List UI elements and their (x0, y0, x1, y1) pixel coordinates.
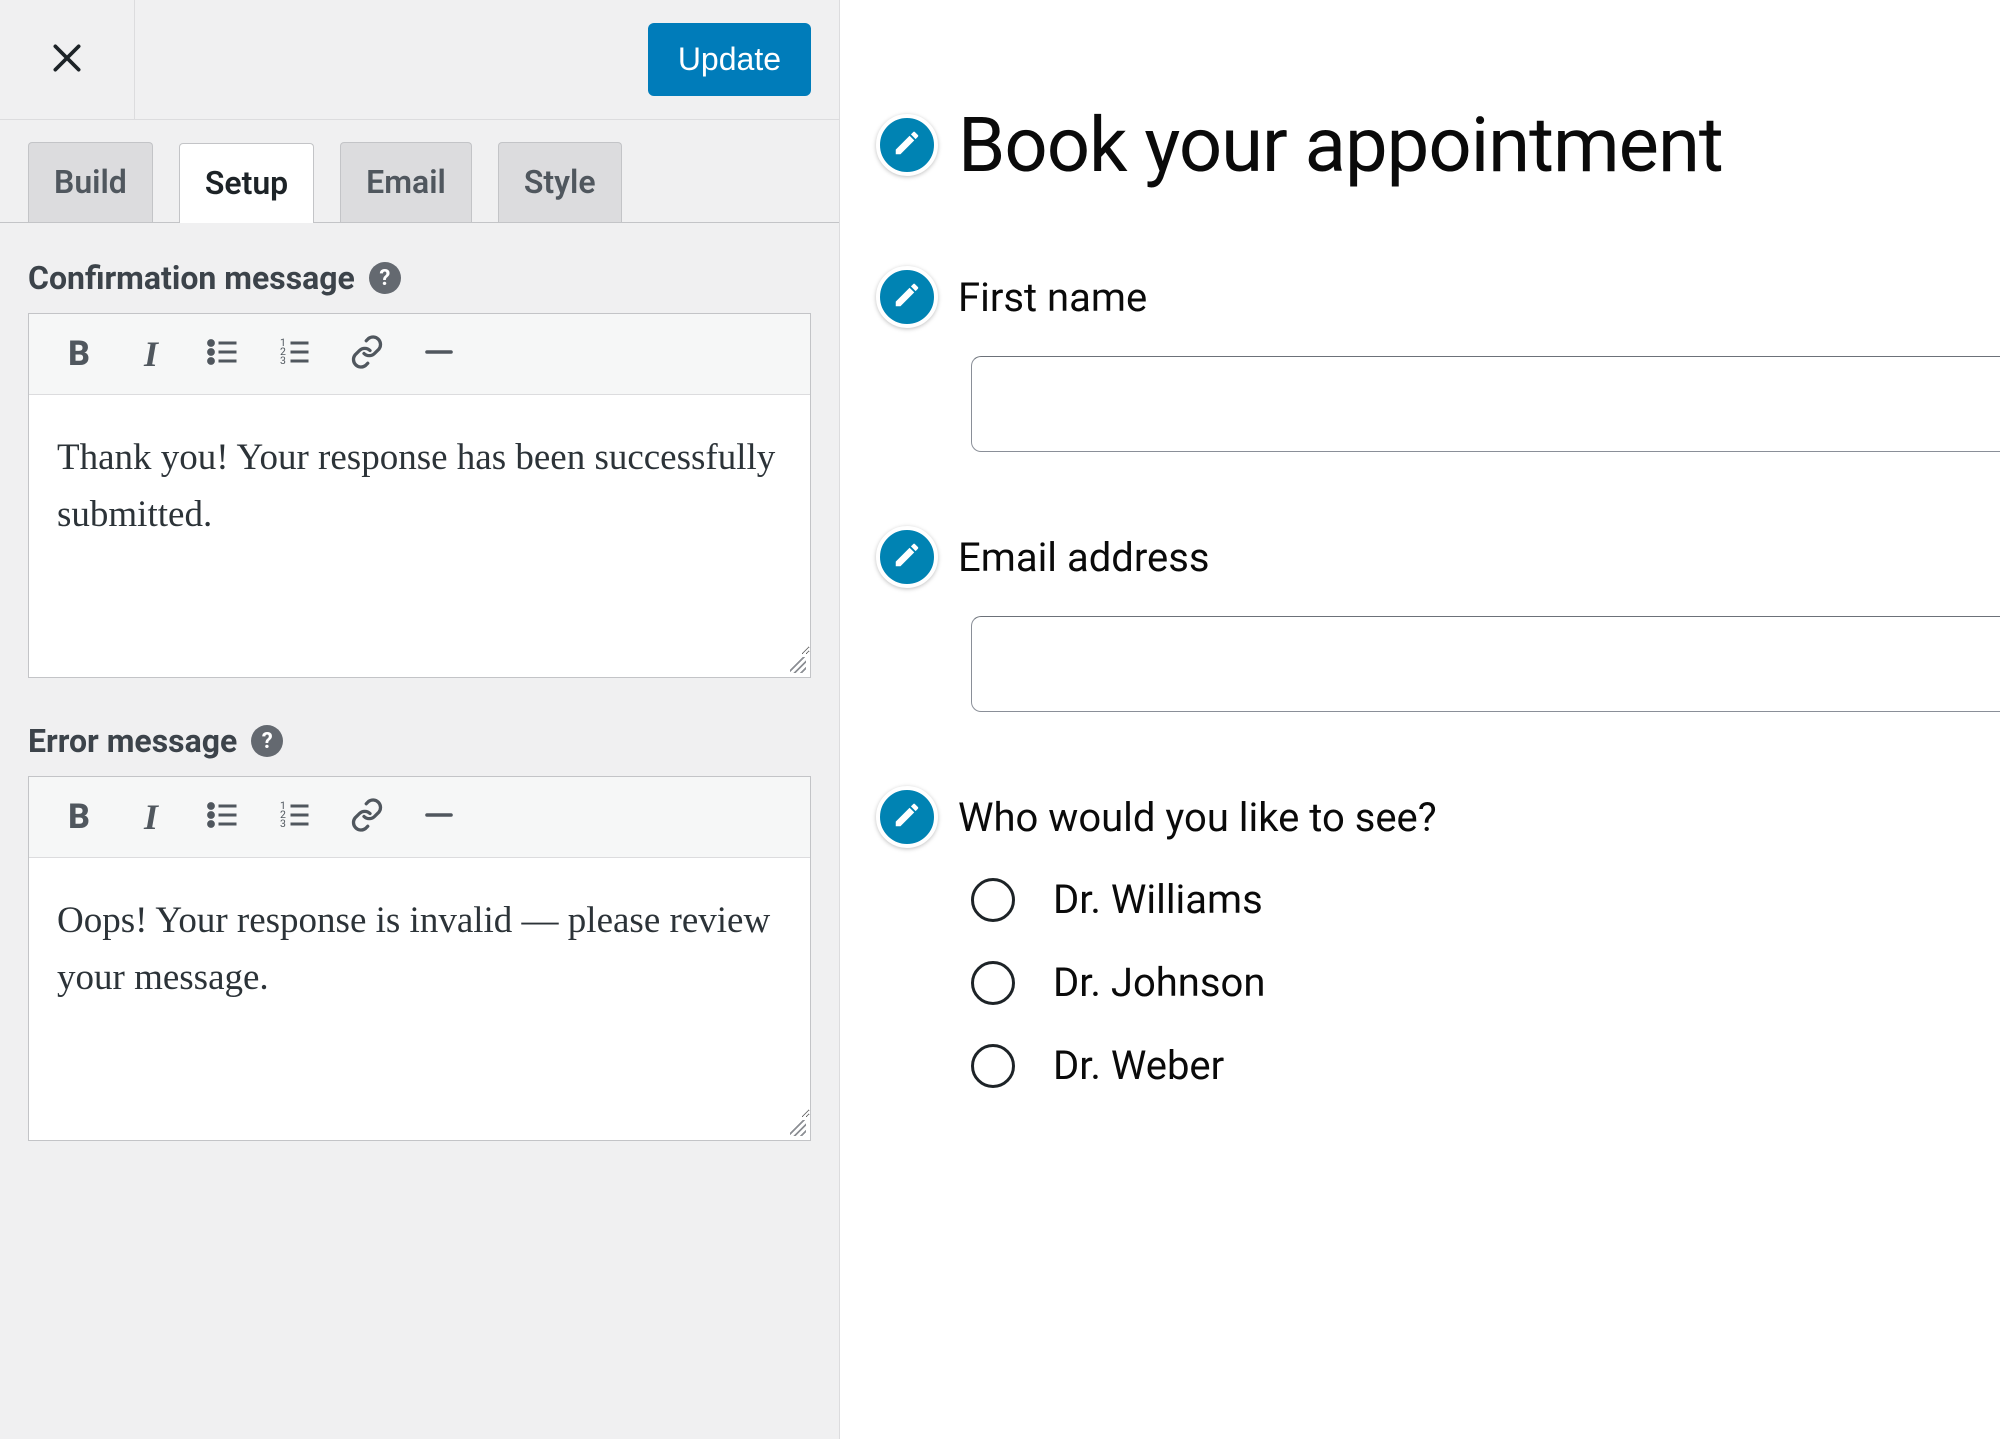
radio-circle-icon (971, 961, 1015, 1005)
radio-option[interactable]: Dr. Williams (971, 876, 2000, 923)
tab-build[interactable]: Build (28, 142, 153, 222)
help-icon[interactable]: ? (369, 262, 401, 294)
form-preview: Book your appointment First name Email a… (840, 0, 2000, 1439)
confirmation-toolbar: B I 123 (29, 314, 810, 395)
tab-setup[interactable]: Setup (179, 143, 314, 223)
radio-option-label: Dr. Weber (1053, 1042, 1224, 1089)
first-name-input[interactable] (971, 356, 2000, 452)
bold-button[interactable]: B (57, 795, 101, 839)
ordered-list-button[interactable]: 123 (273, 795, 317, 839)
bold-button[interactable]: B (57, 332, 101, 376)
edit-field-button[interactable] (876, 266, 938, 328)
bullet-list-icon (205, 797, 241, 837)
radio-option[interactable]: Dr. Weber (971, 1042, 2000, 1089)
confirmation-header: Confirmation message ? (28, 259, 811, 297)
numbered-list-icon: 123 (277, 797, 313, 837)
link-icon (349, 797, 385, 837)
unordered-list-button[interactable] (201, 332, 245, 376)
form-title-row: Book your appointment (876, 100, 2000, 190)
error-toolbar: B I 123 (29, 777, 810, 858)
pencil-icon (892, 280, 922, 314)
error-header: Error message ? (28, 722, 811, 760)
radio-circle-icon (971, 1044, 1015, 1088)
radio-option[interactable]: Dr. Johnson (971, 959, 2000, 1006)
close-icon (47, 38, 87, 82)
confirmation-editor: B I 123 Thank you! Your response has bee… (28, 313, 811, 678)
confirmation-title: Confirmation message (28, 259, 355, 297)
email-row: Email address (876, 526, 2000, 588)
radio-question-label: Who would you like to see? (958, 794, 1437, 841)
horizontal-rule-button[interactable] (417, 332, 461, 376)
settings-sidebar: Update Build Setup Email Style Confirmat… (0, 0, 840, 1439)
numbered-list-icon: 123 (277, 334, 313, 374)
edit-field-button[interactable] (876, 526, 938, 588)
hr-icon (421, 797, 457, 837)
svg-text:3: 3 (280, 354, 286, 367)
first-name-label: First name (958, 274, 1147, 321)
ordered-list-button[interactable]: 123 (273, 332, 317, 376)
form-title: Book your appointment (958, 100, 1723, 190)
sidebar-topbar: Update (0, 0, 839, 120)
italic-button[interactable]: I (129, 795, 173, 839)
pencil-icon (892, 540, 922, 574)
first-name-row: First name (876, 266, 2000, 328)
error-editor: B I 123 Oops! Your response is invalid —… (28, 776, 811, 1141)
tabs: Build Setup Email Style (0, 142, 839, 223)
radio-question-row: Who would you like to see? (876, 786, 2000, 848)
pencil-icon (892, 128, 922, 162)
update-button[interactable]: Update (648, 23, 811, 96)
hr-icon (421, 334, 457, 374)
tab-style[interactable]: Style (498, 142, 622, 222)
confirmation-textarea[interactable]: Thank you! Your response has been succes… (29, 395, 810, 655)
link-icon (349, 334, 385, 374)
email-label: Email address (958, 534, 1210, 581)
radio-option-label: Dr. Williams (1053, 876, 1263, 923)
error-title: Error message (28, 722, 237, 760)
svg-text:3: 3 (280, 817, 286, 830)
link-button[interactable] (345, 795, 389, 839)
radio-option-label: Dr. Johnson (1053, 959, 1265, 1006)
link-button[interactable] (345, 332, 389, 376)
close-button[interactable] (0, 0, 135, 119)
radio-circle-icon (971, 878, 1015, 922)
horizontal-rule-button[interactable] (417, 795, 461, 839)
radio-group: Dr. Williams Dr. Johnson Dr. Weber (971, 876, 2000, 1089)
help-icon[interactable]: ? (251, 725, 283, 757)
pencil-icon (892, 800, 922, 834)
edit-title-button[interactable] (876, 114, 938, 176)
resize-handle[interactable] (29, 1118, 810, 1140)
edit-field-button[interactable] (876, 786, 938, 848)
email-input[interactable] (971, 616, 2000, 712)
unordered-list-button[interactable] (201, 795, 245, 839)
italic-button[interactable]: I (129, 332, 173, 376)
error-textarea[interactable]: Oops! Your response is invalid — please … (29, 858, 810, 1118)
bullet-list-icon (205, 334, 241, 374)
tab-email[interactable]: Email (340, 142, 472, 222)
resize-handle[interactable] (29, 655, 810, 677)
setup-panel: Confirmation message ? B I 123 Th (0, 223, 839, 1213)
